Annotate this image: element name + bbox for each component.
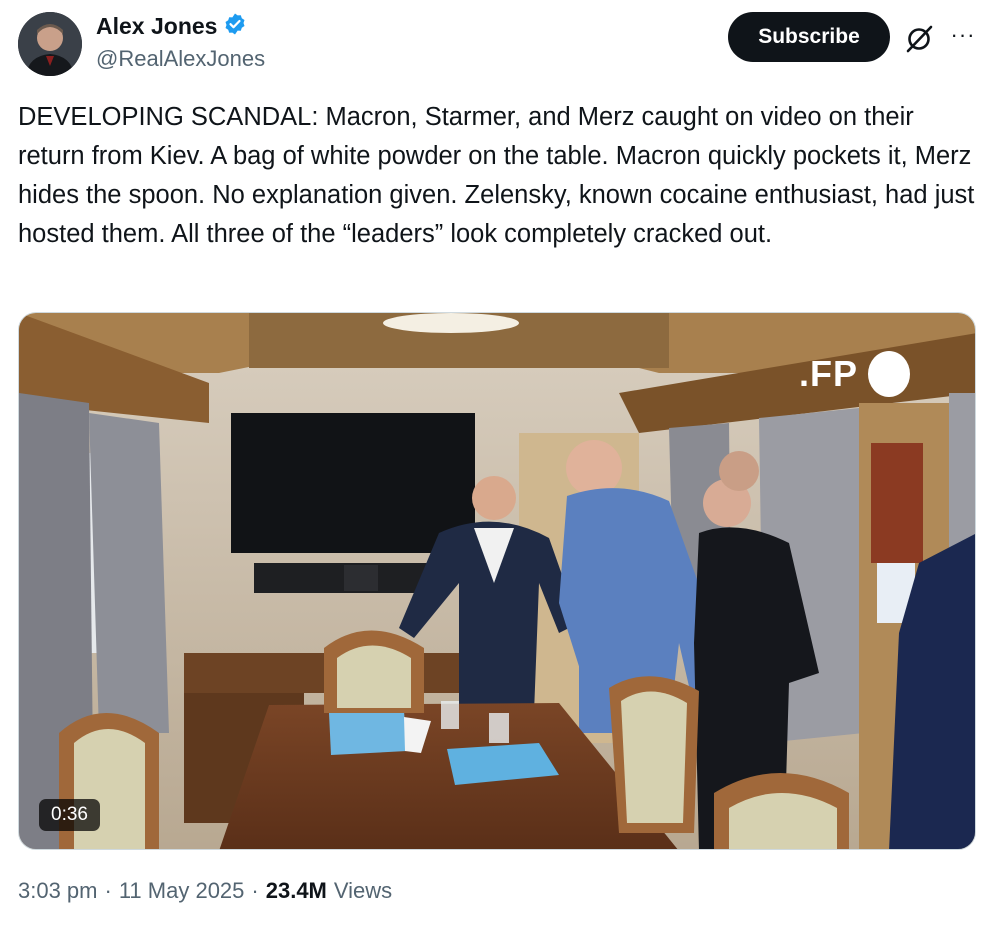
avatar[interactable]: [18, 12, 82, 76]
author-name[interactable]: Alex Jones: [96, 13, 217, 40]
author-name-row[interactable]: Alex Jones: [96, 12, 247, 41]
meta-separator: ·: [104, 878, 112, 903]
afp-watermark: .FP: [799, 351, 911, 397]
tweet-text: DEVELOPING SCANDAL: Macron, Starmer, and…: [18, 103, 975, 248]
video-duration: 0:36: [39, 799, 100, 831]
video-player[interactable]: .FP 0:36: [18, 312, 976, 850]
verified-badge-icon: [223, 12, 247, 41]
watermark-text: .FP: [799, 353, 859, 394]
more-icon[interactable]: ···: [946, 18, 980, 52]
tweet-meta: 3:03 pm · 11 May 2025 · 23.4M Views: [18, 878, 392, 904]
watermark-dot-icon: [868, 351, 911, 397]
views-count: 23.4M: [265, 878, 327, 903]
author-handle[interactable]: @RealAlexJones: [96, 46, 265, 72]
tweet-time[interactable]: 3:03 pm: [18, 878, 98, 904]
tweet-date[interactable]: 11 May 2025: [119, 878, 245, 904]
subscribe-button[interactable]: Subscribe: [728, 12, 890, 62]
avatar-image: [18, 12, 82, 76]
meta-separator: ·: [251, 878, 259, 903]
views-label: Views: [333, 878, 393, 903]
grok-icon[interactable]: [902, 22, 936, 56]
